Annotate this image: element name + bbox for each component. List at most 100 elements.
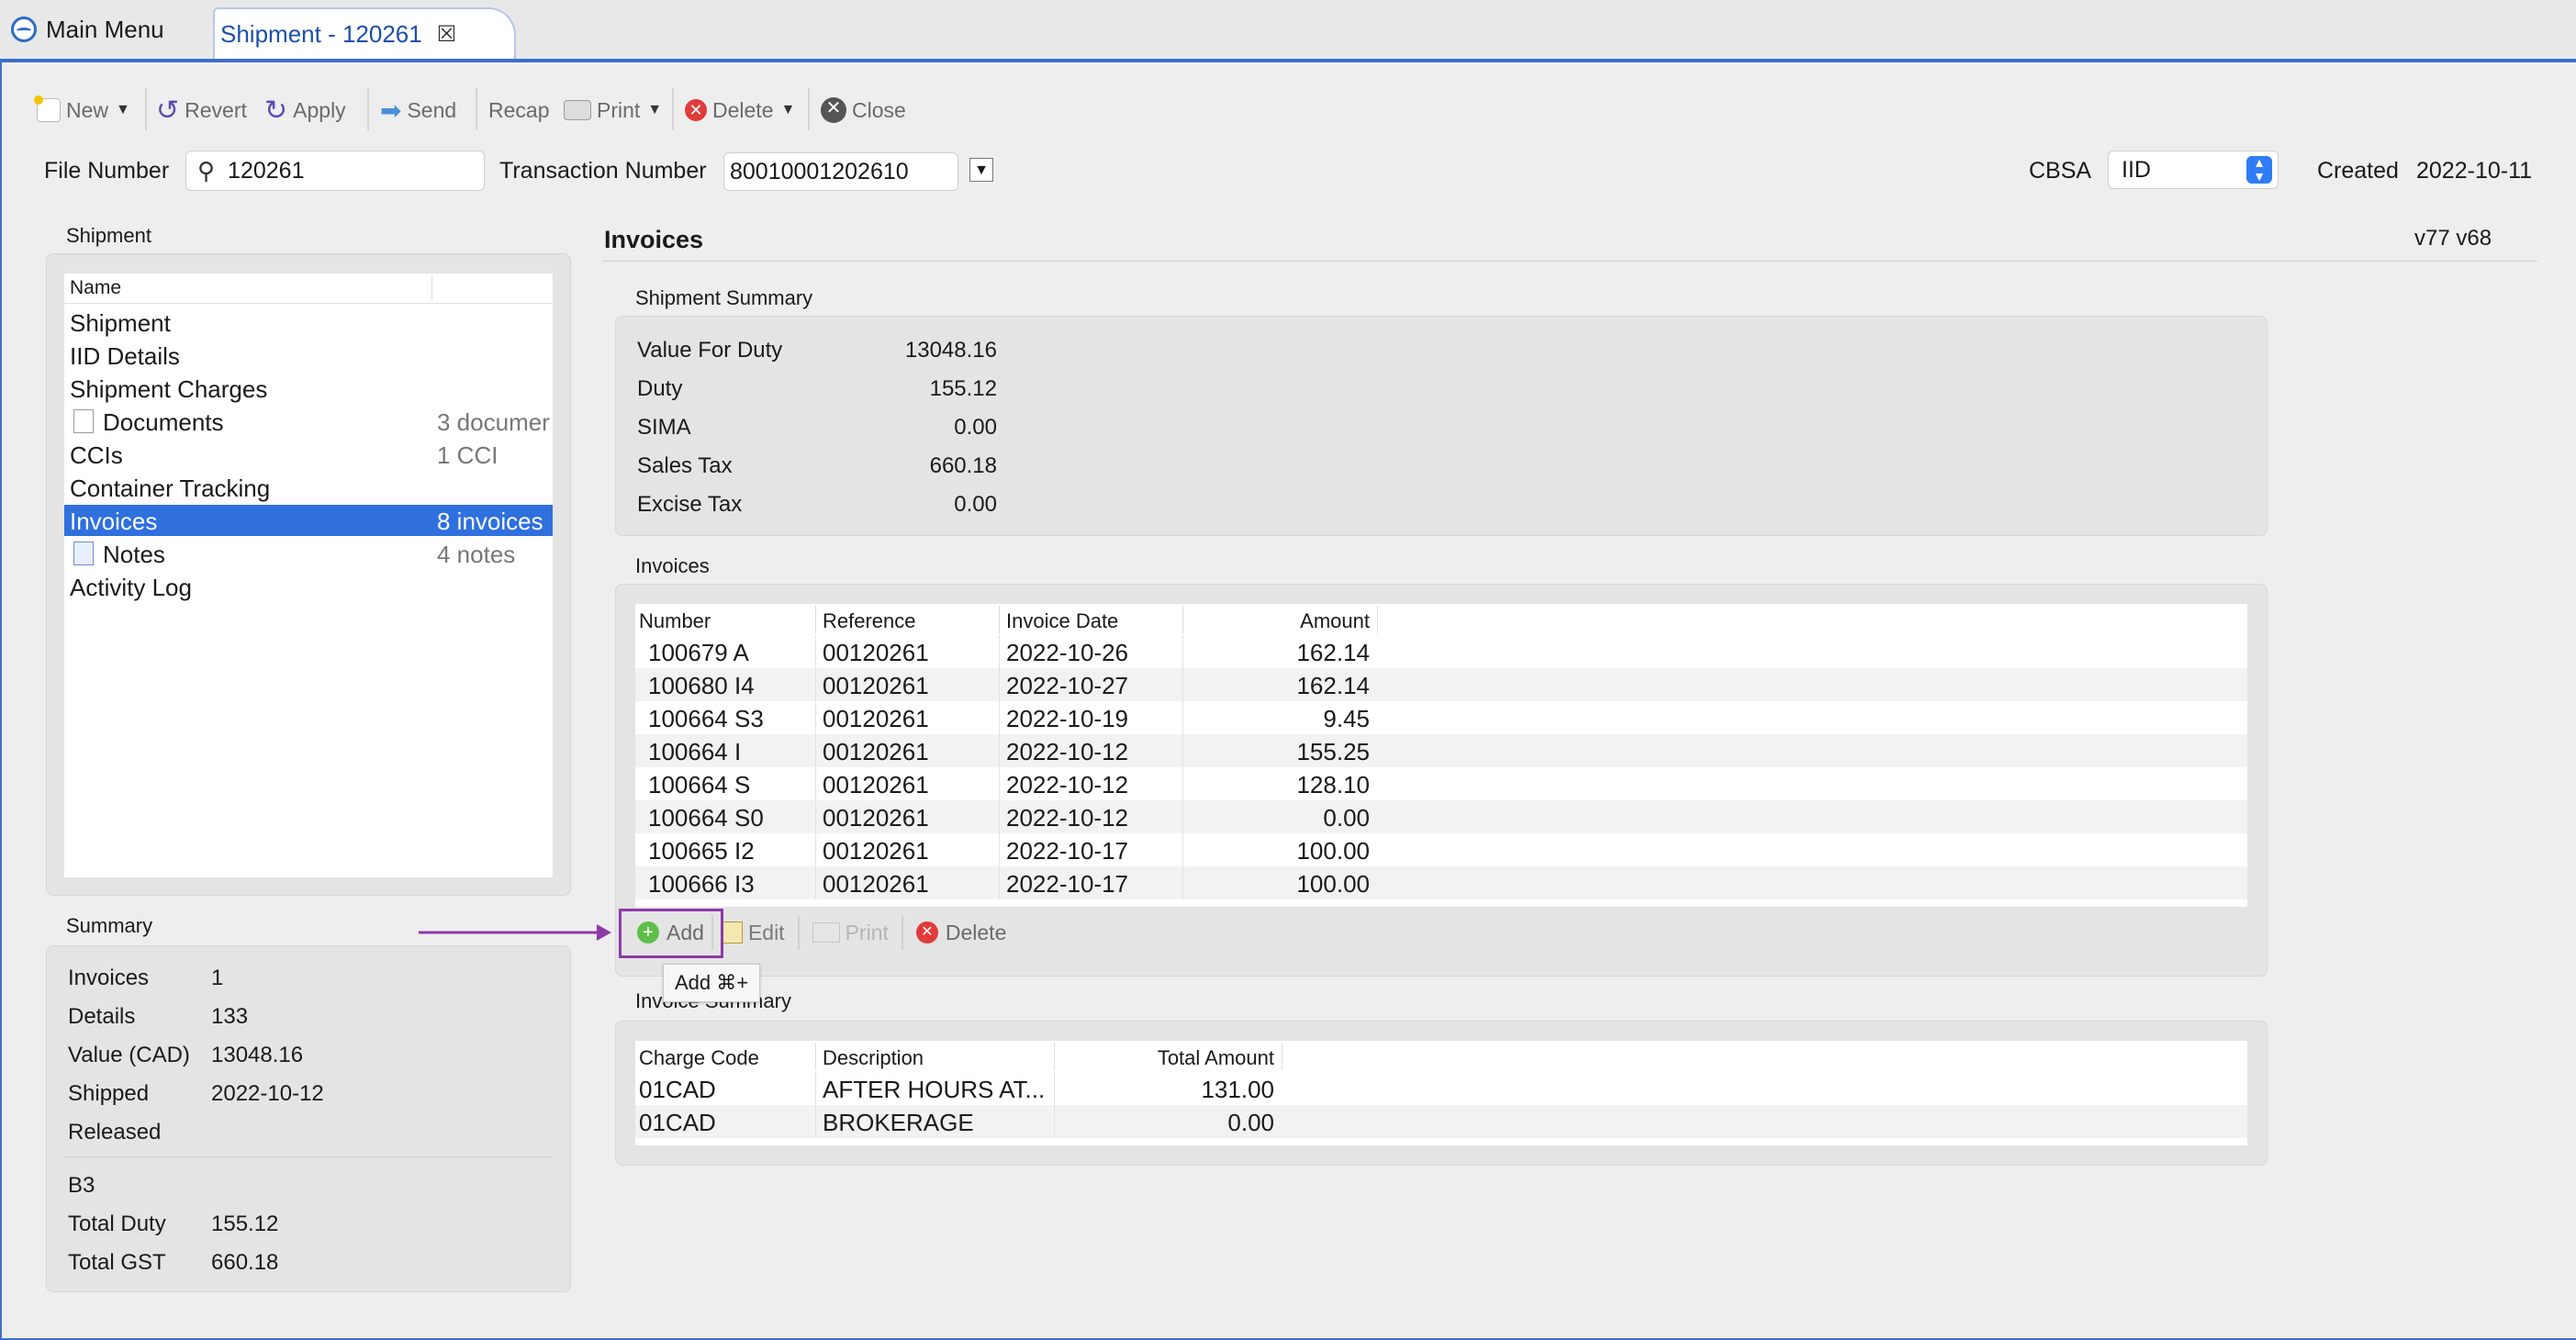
shipment-summary-value: 0.00 [954,492,997,517]
new-button[interactable]: New ▼ [34,92,130,128]
new-button-label: New [66,97,109,122]
file-number-input[interactable]: ⚲ 120261 [185,151,485,191]
nav-item-label: Activity Log [70,574,192,601]
invoice-row[interactable]: 100664 S0 00120261 2022-10-12 0.00 [635,800,2247,833]
invoice-cell: 100665 I2 [648,837,755,865]
nav-item-notes[interactable]: Notes 4 notes [64,538,553,569]
summary-value: 2022-10-12 [211,1081,324,1106]
cbsa-select[interactable]: IID ▲ ▼ [2108,151,2279,189]
invoice-row[interactable]: 100664 I 00120261 2022-10-12 155.25 [635,734,2247,767]
edit-invoice-button[interactable]: Edit [720,921,785,945]
invoice-row[interactable]: 100680 I4 00120261 2022-10-27 162.14 [635,668,2247,701]
nav-item-invoices[interactable]: Invoices 8 invoices [64,505,553,536]
invoice-column-header[interactable]: Invoice Date [1006,609,1118,633]
invoice-cell: 162.14 [1296,672,1370,699]
app-logo-icon [11,17,37,42]
tab-shipment[interactable]: Shipment - 120261 ☒ [213,7,516,59]
invoice-summary-cell: 0.00 [1227,1109,1274,1136]
nav-header-line [64,303,553,304]
new-document-icon [34,95,61,122]
nav-item-shipment-charges[interactable]: Shipment Charges [64,373,553,404]
recap-button[interactable]: Recap [488,92,549,128]
invoice-column-header[interactable]: Number [639,609,711,633]
print-invoice-button[interactable]: Print [812,921,889,945]
summary-label: Shipped [68,1081,150,1106]
apply-button[interactable]: ↻ Apply [264,92,346,128]
b3-label: Total Duty [68,1212,166,1236]
column-divider [999,668,1000,701]
column-divider [815,635,816,668]
revert-button-label: Revert [185,97,247,122]
transaction-dropdown-icon[interactable]: ▼ [969,158,993,182]
nav-item-shipment[interactable]: Shipment [64,307,553,338]
tab-main-menu[interactable]: Main Menu [0,4,175,55]
invoice-summary-column-header[interactable]: Total Amount [1061,1046,1274,1070]
column-divider [1377,606,1378,633]
summary-label: Details [68,1004,136,1029]
shipment-summary-label: Excise Tax [637,492,743,517]
invoice-summary-row[interactable]: 01CAD AFTER HOURS AT... 131.00 [635,1072,2247,1105]
invoice-summary-header: Charge Code Description Total Amount [635,1041,2247,1072]
nav-item-activity-log[interactable]: Activity Log [64,571,553,602]
nav-item-container-tracking[interactable]: Container Tracking [64,472,553,503]
invoice-column-header[interactable]: Reference [823,609,916,633]
invoice-row[interactable]: 100664 S 00120261 2022-10-12 128.10 [635,767,2247,800]
close-tab-icon[interactable]: ☒ [437,21,457,48]
invoices-section-title: Invoices [635,554,710,577]
nav-item-iid-details[interactable]: IID Details [64,340,553,371]
nav-item-label: Shipment [70,309,171,337]
send-arrow-icon: ➡ [380,95,402,125]
delete-button[interactable]: ✕ Delete ▼ [685,92,795,128]
column-divider [1182,833,1183,866]
delete-dropdown-icon: ▼ [780,102,796,117]
nav-item-label: Invoices [70,508,158,535]
invoice-summary-cell: 01CAD [639,1076,716,1103]
cbsa-label: CBSA [2029,158,2092,184]
invoice-cell: 2022-10-27 [1006,672,1128,699]
column-divider [815,800,816,833]
send-button[interactable]: ➡ Send [380,92,456,128]
created-value: 2022-10-11 [2416,158,2533,184]
invoice-column-header[interactable]: Amount [1190,609,1370,633]
delete-invoice-button[interactable]: ✕ Delete [915,921,1006,945]
invoice-cell: 100679 A [648,639,749,666]
invoice-cell: 00120261 [823,705,929,732]
invoice-cell: 00120261 [823,738,929,765]
invoice-row[interactable]: 100679 A 00120261 2022-10-26 162.14 [635,635,2247,668]
invoice-cell: 128.10 [1296,771,1370,798]
invoice-row[interactable]: 100666 I3 00120261 2022-10-17 100.00 [635,866,2247,899]
invoice-summary-column-header[interactable]: Description [823,1046,924,1070]
printer-icon [812,922,840,943]
toolbar-separator [808,88,810,130]
column-divider [815,1105,816,1138]
nav-item-ccis[interactable]: CCIs 1 CCI [64,439,553,470]
revert-button[interactable]: ↺ Revert [156,92,247,128]
print-button[interactable]: Print ▼ [564,92,662,128]
recap-button-label: Recap [488,97,550,122]
nav-item-documents[interactable]: Documents 3 documer [64,406,553,437]
invoice-cell: 2022-10-17 [1006,837,1128,865]
invoice-cell: 100.00 [1296,837,1370,865]
column-divider [815,606,816,633]
nav-item-label: Shipment Charges [70,375,268,403]
summary-value: 133 [211,1004,249,1029]
revert-icon: ↺ [156,95,180,126]
nav-title: Shipment [66,224,151,247]
invoice-row[interactable]: 100665 I2 00120261 2022-10-17 100.00 [635,833,2247,866]
invoice-cell: 00120261 [823,804,929,832]
nav-item-count: 1 CCI [437,441,498,469]
close-button[interactable]: ✕ Close [821,92,906,128]
invoice-row[interactable]: 100664 S3 00120261 2022-10-19 9.45 [635,701,2247,734]
invoice-summary-column-header[interactable]: Charge Code [639,1046,759,1070]
transaction-number-input[interactable]: 80010001202610 [723,152,958,191]
print-button-label: Print [845,920,889,944]
column-divider [999,800,1000,833]
invoice-summary-row[interactable]: 01CAD BROKERAGE 0.00 [635,1105,2247,1138]
transaction-number-label: Transaction Number [499,158,707,184]
summary-label: Released [68,1120,162,1145]
nav-item-count: 8 invoices [437,508,543,535]
toolbar-separator [367,88,369,130]
shipment-summary-title: Shipment Summary [635,286,813,309]
invoice-cell: 2022-10-12 [1006,738,1128,765]
invoice-cell: 00120261 [823,870,929,898]
